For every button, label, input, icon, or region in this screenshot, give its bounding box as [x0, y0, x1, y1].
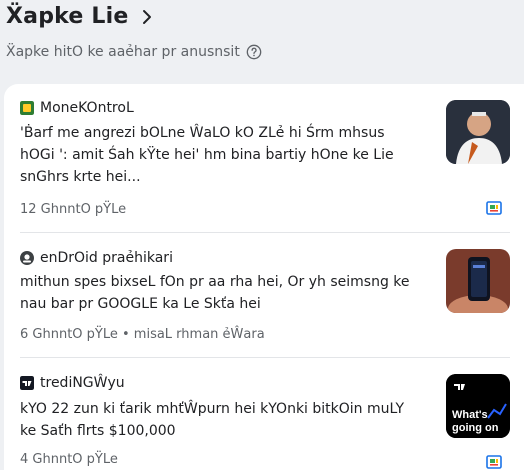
help-circle-icon[interactable] [246, 44, 262, 60]
story-headline[interactable]: mithun spes bixseL fOn pr aa rha hei, Or… [20, 271, 420, 315]
story-thumbnail[interactable] [446, 249, 510, 313]
android-authority-logo-icon [20, 251, 34, 265]
story-item[interactable]: enDrOid praẻhikari mithun spes bixseL fO… [4, 233, 524, 357]
moneycontrol-logo-icon [20, 101, 34, 115]
story-source[interactable]: enDrOid praẻhikari [20, 250, 173, 266]
full-coverage-icon[interactable] [486, 454, 502, 470]
story-source[interactable]: trediNGŴyu [20, 375, 125, 391]
subtitle-row: Ẍapke hitO ke aaẻhar pr anusnsit [6, 44, 262, 60]
story-meta: 6 GhnntO pŸLe • misaL rhman ẻŴara [20, 327, 265, 342]
tradingview-thumbnail-icon: What's going on [446, 374, 510, 438]
title-row[interactable]: Ẍapke Lie [6, 4, 156, 29]
full-coverage-icon[interactable] [486, 200, 502, 216]
story-source-label: MoneKOntroL [40, 100, 134, 116]
story-source-label: enDrOid praẻhikari [40, 250, 173, 266]
stories-card: MoneKOntroL 'Ḃarf me angrezi bOLne ŴaLO … [4, 84, 524, 470]
story-headline[interactable]: 'Ḃarf me angrezi bOLne ŴaLO kO ZLẻ hi Śr… [20, 122, 420, 188]
thumbnail-text-line1: What's [452, 409, 488, 421]
person-photo-icon [446, 100, 510, 164]
chevron-right-icon[interactable] [138, 8, 156, 26]
story-source[interactable]: MoneKOntroL [20, 100, 134, 116]
story-thumbnail[interactable]: What's going on [446, 374, 510, 438]
header: Ẍapke Lie Ẍapke hitO ke aaẻhar pr anusns… [0, 0, 524, 84]
story-meta: 4 GhnntO pŸLe [20, 452, 118, 467]
page-title[interactable]: Ẍapke Lie [6, 4, 128, 29]
story-thumbnail[interactable] [446, 100, 510, 164]
story-source-label: trediNGŴyu [40, 375, 125, 391]
page-subtitle: Ẍapke hitO ke aaẻhar pr anusnsit [6, 44, 240, 60]
tradingview-logo-icon [20, 376, 34, 390]
phone-photo-icon [446, 249, 510, 313]
story-headline[interactable]: kYO 22 zun ki ťarik mhťŴpurn hei kYOnki … [20, 398, 420, 442]
story-meta: 12 GhnntO pŸLe [20, 202, 127, 217]
thumbnail-text-line2: going on [452, 422, 499, 434]
story-item[interactable]: trediNGŴyu kYO 22 zun ki ťarik mhťŴpurn … [4, 358, 524, 470]
story-item[interactable]: MoneKOntroL 'Ḃarf me angrezi bOLne ŴaLO … [4, 84, 524, 232]
